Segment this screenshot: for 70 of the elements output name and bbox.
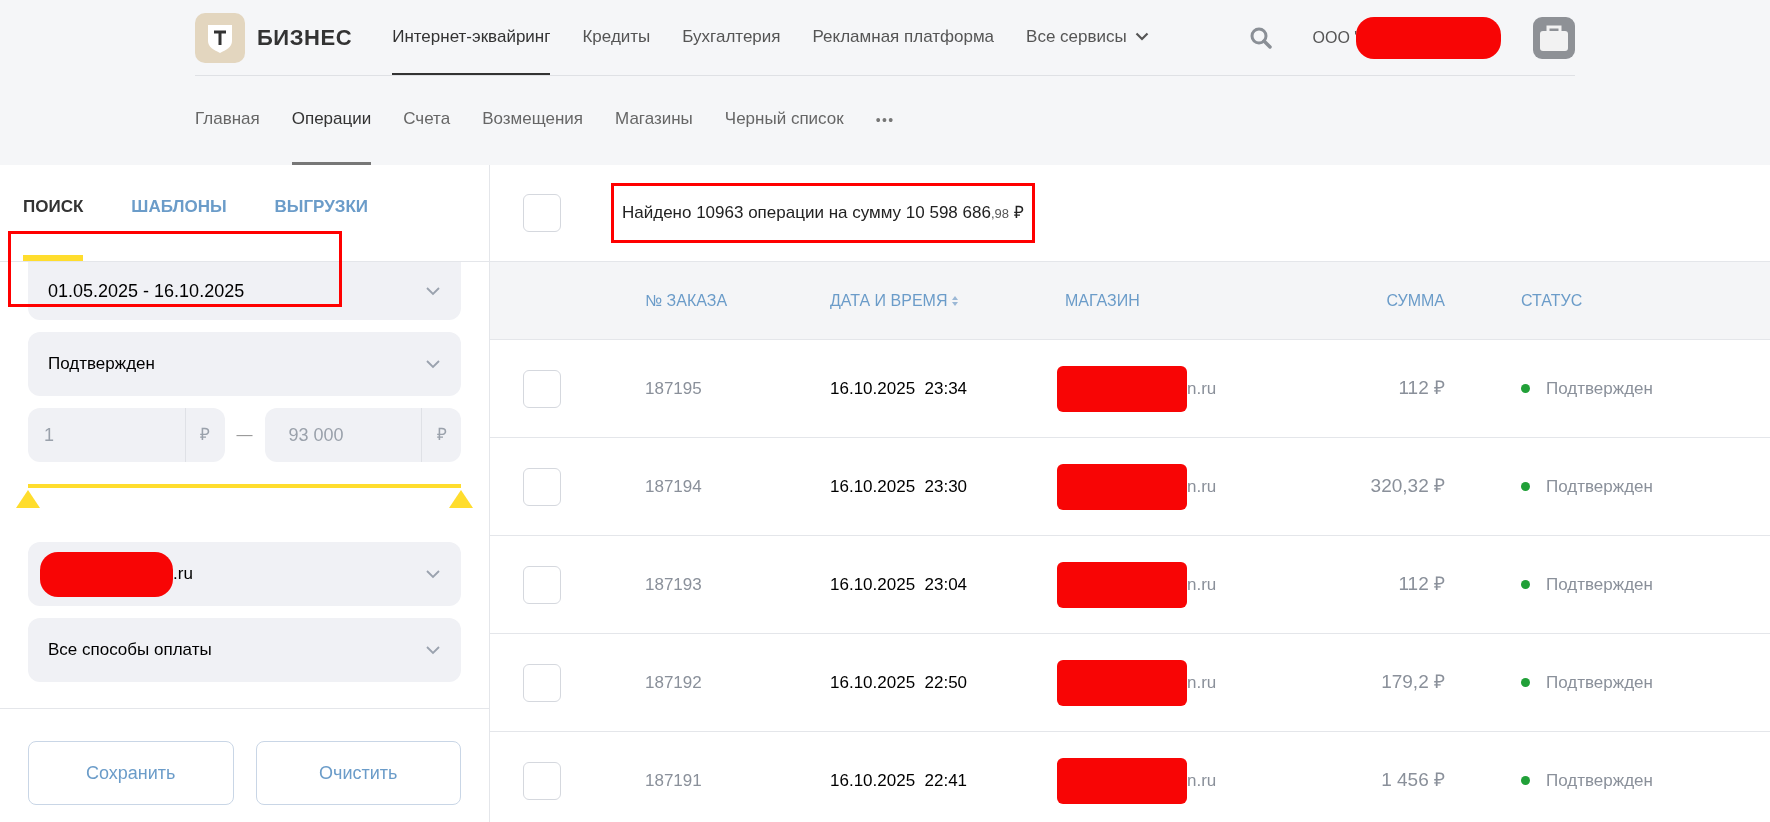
checkbox[interactable] bbox=[523, 565, 561, 604]
column-header: № ЗАКАЗА bbox=[645, 290, 728, 311]
chevron-down-icon bbox=[425, 645, 441, 655]
subnav-tab[interactable]: Счета bbox=[403, 76, 451, 165]
checkbox[interactable] bbox=[523, 761, 561, 800]
status-text: Подтвержден bbox=[1546, 573, 1653, 596]
logo-icon bbox=[195, 12, 245, 63]
slider-handle[interactable] bbox=[449, 490, 473, 508]
status-select[interactable]: Подтвержден bbox=[28, 332, 461, 396]
search-icon[interactable] bbox=[1248, 25, 1273, 50]
slider-handle[interactable] bbox=[16, 490, 40, 508]
nav-link[interactable]: Кредиты bbox=[582, 0, 651, 75]
store-name: n.ru bbox=[1187, 475, 1217, 498]
store-name: n.ru bbox=[1187, 573, 1217, 596]
sidebar-button[interactable]: Очистить bbox=[255, 741, 461, 805]
status-text: Подтвержден bbox=[1546, 377, 1653, 400]
nav-link[interactable]: Рекламная платформа bbox=[812, 0, 995, 75]
subnav-tab[interactable]: Возмещения bbox=[482, 76, 584, 165]
date-time: 16.10.2025 23:34 bbox=[830, 378, 968, 398]
payment-method-select[interactable]: Все способы оплаты bbox=[28, 618, 461, 682]
column-header: МАГАЗИН bbox=[1065, 290, 1140, 311]
checkbox[interactable] bbox=[523, 194, 561, 232]
subnav-tab[interactable]: Магазины bbox=[615, 76, 693, 165]
subnav-tab[interactable]: Черный список bbox=[724, 76, 844, 165]
store-value: .ru bbox=[173, 563, 193, 586]
date-time: 16.10.2025 23:30 bbox=[830, 476, 968, 496]
store-name: n.ru bbox=[1187, 769, 1217, 792]
store-name: n.ru bbox=[1187, 671, 1217, 694]
checkbox[interactable] bbox=[523, 467, 561, 506]
amount: 179,2 ₽ bbox=[1381, 671, 1445, 693]
date-time: 16.10.2025 22:50 bbox=[830, 672, 968, 692]
sort-icon bbox=[951, 294, 960, 307]
chevron-down-icon bbox=[425, 359, 441, 369]
logo-text: БИЗНЕС bbox=[257, 24, 353, 52]
order-number: 187193 bbox=[645, 574, 702, 594]
status-text: Подтвержден bbox=[1546, 769, 1653, 792]
nav-link[interactable]: Бухгалтерия bbox=[682, 0, 781, 75]
date-range-select[interactable]: 01.05.2025 - 16.10.2025 bbox=[28, 262, 461, 320]
nav-link[interactable]: Все сервисы bbox=[1026, 0, 1149, 75]
status-text: Подтвержден bbox=[1546, 475, 1653, 498]
checkbox[interactable] bbox=[523, 663, 561, 702]
subnav-tab[interactable]: Операции bbox=[291, 76, 372, 165]
amount: 1 456 ₽ bbox=[1381, 769, 1445, 791]
order-number: 187192 bbox=[645, 672, 702, 692]
range-separator: — bbox=[236, 425, 253, 445]
briefcase-icon[interactable] bbox=[1533, 16, 1575, 59]
column-header: СТАТУС bbox=[1521, 290, 1583, 311]
status-text: Подтвержден bbox=[1546, 671, 1653, 694]
order-number: 187191 bbox=[645, 770, 702, 790]
sidebar-tab[interactable]: ШАБЛОНЫ bbox=[131, 165, 227, 261]
store-name: n.ru bbox=[1187, 377, 1217, 400]
sidebar-tab[interactable]: ВЫГРУЗКИ bbox=[274, 165, 369, 261]
nav-link[interactable]: Интернет-эквайринг bbox=[392, 0, 551, 75]
order-number: 187194 bbox=[645, 476, 702, 496]
order-number: 187195 bbox=[645, 378, 702, 398]
column-header: СУММА bbox=[1386, 290, 1445, 311]
subnav-tab[interactable]: Главная bbox=[195, 76, 260, 165]
chevron-down-icon bbox=[425, 286, 441, 296]
date-time: 16.10.2025 23:04 bbox=[830, 574, 968, 594]
checkbox[interactable] bbox=[523, 369, 561, 408]
amount: 112 ₽ bbox=[1398, 377, 1445, 399]
amount: 320,32 ₽ bbox=[1370, 475, 1445, 497]
chevron-down-icon bbox=[1134, 32, 1149, 41]
summary-text: Найдено 10963 операции на сумму 10 598 686,98 ₽ bbox=[611, 183, 1035, 243]
more-button[interactable]: ••• bbox=[875, 110, 895, 131]
chevron-down-icon bbox=[425, 569, 441, 579]
date-time: 16.10.2025 22:41 bbox=[830, 770, 968, 790]
store-select[interactable]: .ru bbox=[28, 542, 461, 606]
sidebar-button[interactable]: Сохранить bbox=[28, 741, 234, 805]
amount: 112 ₽ bbox=[1398, 573, 1445, 595]
